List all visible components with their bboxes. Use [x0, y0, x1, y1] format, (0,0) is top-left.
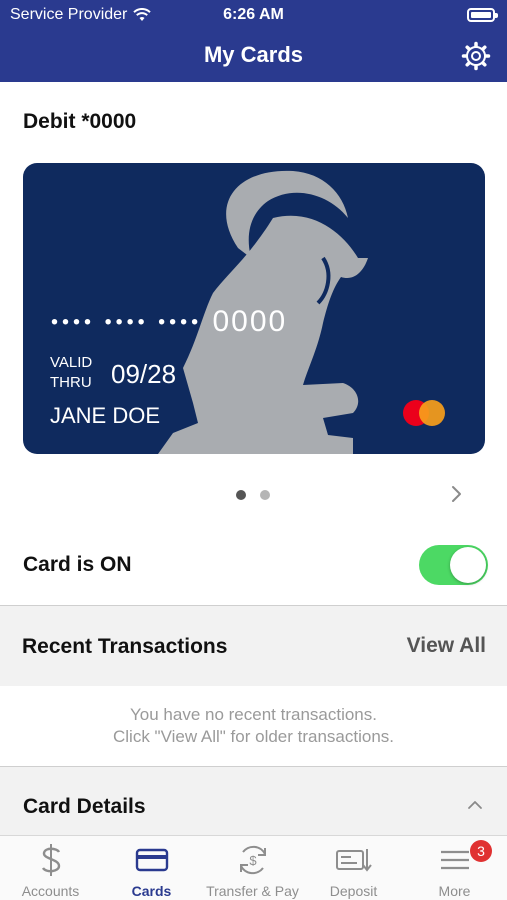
card-details-section[interactable]: Card Details	[0, 767, 507, 835]
tab-label: More	[438, 883, 471, 899]
gear-icon[interactable]	[461, 41, 491, 71]
nav-bar: My Cards	[0, 30, 507, 82]
tab-bar: Accounts Cards $ Transfer & Pay Deposit …	[0, 835, 507, 900]
card-heading: Debit *0000	[23, 110, 137, 133]
tab-label: Transfer & Pay	[206, 883, 299, 899]
dollar-icon	[0, 842, 101, 878]
recent-transactions-title: Recent Transactions	[22, 635, 228, 658]
card-details-title: Card Details	[23, 795, 146, 818]
notification-badge: 3	[470, 840, 492, 862]
valid-thru-label: VALID THRU	[50, 354, 93, 391]
tab-label: Accounts	[21, 883, 80, 899]
view-all-link[interactable]: View All	[407, 634, 486, 658]
empty-state-line-1: You have no recent transactions.	[130, 705, 377, 724]
card-status-row: Card is ON	[0, 540, 507, 590]
page-dot-1[interactable]	[236, 490, 246, 500]
transactions-empty-state: You have no recent transactions. Click "…	[0, 686, 507, 766]
tab-label: Cards	[131, 883, 172, 899]
card-pager	[0, 486, 507, 502]
tab-more[interactable]: 3 More	[404, 836, 505, 900]
check-deposit-icon	[303, 842, 404, 878]
page-title: My Cards	[203, 42, 304, 67]
tab-label: Deposit	[329, 883, 378, 899]
card-expiry: 09/28	[111, 359, 177, 389]
card-holder-name: JANE DOE	[50, 403, 161, 428]
transfer-icon: $	[202, 842, 303, 878]
card-status-label: Card is ON	[23, 553, 132, 576]
status-bar: Service Provider 6:26 AM	[0, 0, 507, 30]
card-on-toggle[interactable]	[419, 545, 488, 585]
chevron-up-icon[interactable]	[467, 799, 483, 811]
tab-cards[interactable]: Cards	[101, 836, 202, 900]
page-dot-2[interactable]	[260, 490, 270, 500]
recent-transactions-header: Recent Transactions View All	[0, 606, 507, 686]
card-last4: 0000	[212, 305, 288, 338]
svg-text:$: $	[249, 853, 257, 868]
credit-card-icon	[101, 842, 202, 878]
clock: 6:26 AM	[223, 6, 284, 23]
battery-icon	[467, 8, 498, 22]
chevron-right-icon[interactable]	[450, 484, 464, 504]
mastercard-yellow-circle	[419, 400, 445, 426]
debit-card[interactable]: •••• •••• •••• 0000 VALID THRU 09/28 JAN…	[23, 163, 485, 454]
card-number-mask: •••• •••• ••••	[51, 311, 203, 334]
card-number: •••• •••• •••• 0000	[51, 305, 287, 339]
empty-state-line-2: Click "View All" for older transactions.	[112, 727, 395, 746]
tab-accounts[interactable]: Accounts	[0, 836, 101, 900]
toggle-knob	[450, 547, 486, 583]
tab-deposit[interactable]: Deposit	[303, 836, 404, 900]
tab-transfer-pay[interactable]: $ Transfer & Pay	[202, 836, 303, 900]
mastercard-logo	[403, 400, 445, 426]
